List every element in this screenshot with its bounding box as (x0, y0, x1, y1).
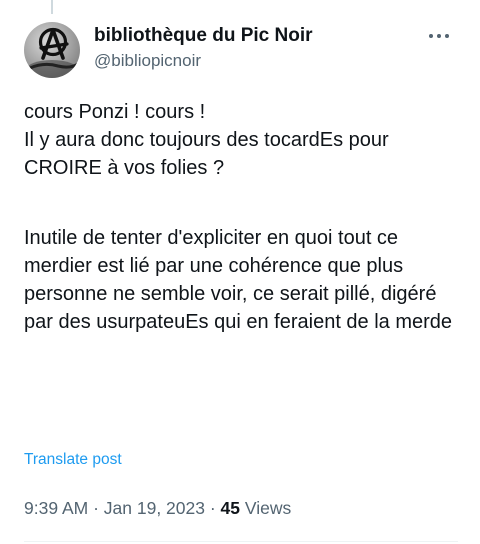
meta-separator: · (204, 498, 221, 518)
tweet-date[interactable]: Jan 19, 2023 (104, 498, 205, 518)
author-display-name[interactable]: bibliothèque du Pic Noir (94, 24, 313, 48)
divider (24, 541, 458, 542)
thread-connector-line (51, 0, 53, 14)
tweet-header: bibliothèque du Pic Noir @bibliopicnoir (24, 22, 460, 80)
translate-post-link[interactable]: Translate post (24, 450, 122, 470)
tweet-text-line: cours Ponzi ! cours ! (24, 101, 206, 123)
author-handle[interactable]: @bibliopicnoir (94, 49, 313, 73)
tweet-meta: 9:39 AM · Jan 19, 2023 · 45 Views (24, 496, 291, 520)
avatar[interactable] (24, 22, 80, 78)
meta-separator: · (88, 498, 104, 518)
tweet-time[interactable]: 9:39 AM (24, 498, 88, 518)
anarchy-a-icon (26, 27, 79, 78)
more-horizontal-icon (429, 34, 449, 38)
tweet-text-line: Il y aura donc toujours des tocardEs pou… (24, 129, 389, 179)
views-count: 45 (220, 498, 241, 518)
tweet-text: cours Ponzi ! cours ! Il y aura donc tou… (24, 98, 454, 336)
more-options-button[interactable] (426, 26, 452, 46)
author-names: bibliothèque du Pic Noir @bibliopicnoir (94, 24, 313, 73)
views-label: Views (240, 498, 292, 518)
tweet-text-paragraph: Inutile de tenter d'expliciter en quoi t… (24, 227, 453, 333)
